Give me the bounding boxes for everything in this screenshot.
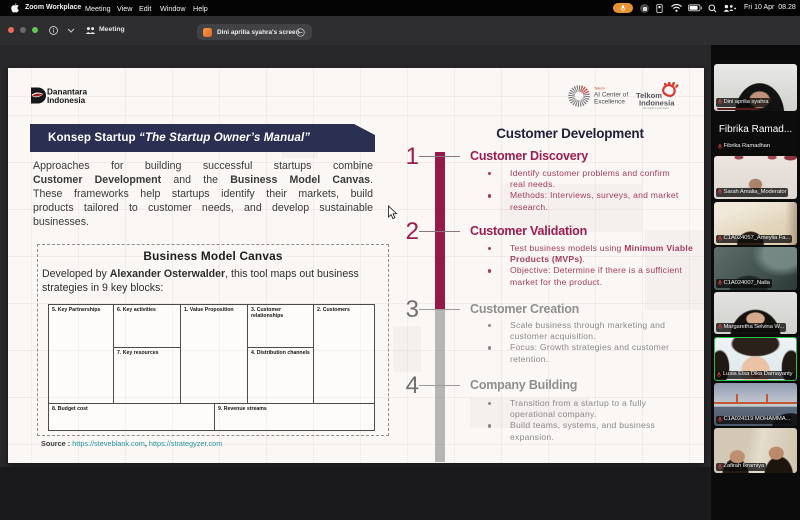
svg-text:Telkom: Telkom: [594, 87, 605, 91]
svg-text:AI Center of: AI Center of: [594, 92, 628, 99]
svg-text:Excellence: Excellence: [594, 99, 625, 106]
svg-text:Indonesia: Indonesia: [47, 96, 86, 105]
svg-text:the world in your hand: the world in your hand: [643, 106, 669, 110]
